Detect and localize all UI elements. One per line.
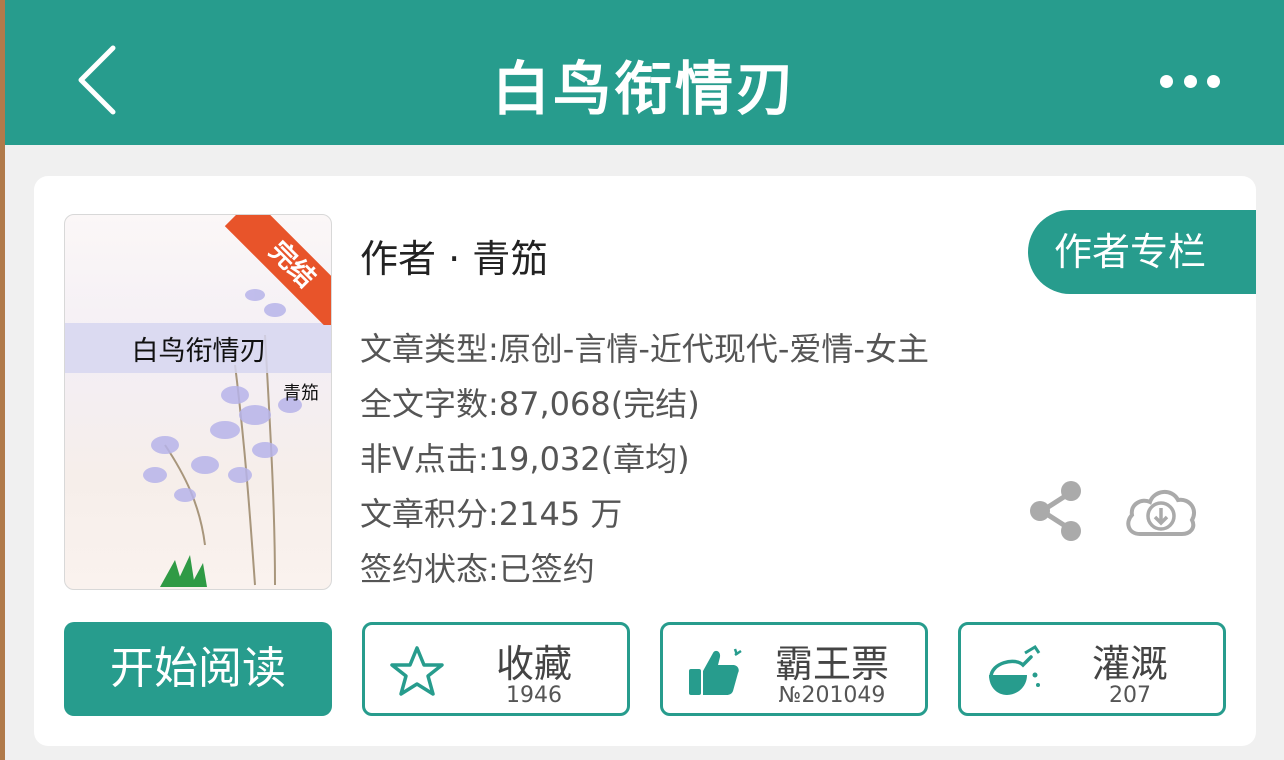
book-info: 文章类型:原创-言情-近代现代-爱情-女主 全文字数:87,068(完结) 非Ⅴ…	[360, 322, 929, 597]
page-title: 白鸟衔情刃	[491, 55, 797, 123]
status-badge-label: 完结	[224, 215, 331, 325]
more-dot	[1207, 74, 1220, 88]
cover-author: 青笳	[283, 383, 319, 404]
favorite-count: 1946	[506, 683, 562, 708]
book-cover[interactable]: 白鸟衔情刃 青笳 完结	[64, 214, 332, 590]
top-bar: 白鸟衔情刃	[5, 0, 1284, 145]
irrigate-button[interactable]: 灌溉 207	[958, 622, 1226, 716]
cover-title: 白鸟衔情刃	[131, 336, 267, 367]
vote-button[interactable]: 霸王票 №201049	[660, 622, 928, 716]
share-button[interactable]	[1028, 480, 1084, 542]
info-score: 文章积分:2145 万	[360, 495, 623, 533]
info-type: 文章类型:原创-言情-近代现代-爱情-女主	[360, 330, 929, 368]
cloud-download-icon	[1126, 490, 1197, 536]
flask-icon	[989, 644, 1041, 695]
thumbs-up-icon	[689, 648, 742, 695]
book-card: 白鸟衔情刃 青笳 完结 作者 · 青笳 作者专栏 文章类型:原创-言情-近代现代…	[34, 176, 1256, 746]
author-column-button[interactable]: 作者专栏	[1028, 210, 1256, 294]
more-dots-icon	[1160, 74, 1173, 88]
favorite-button[interactable]: 收藏 1946	[362, 622, 630, 716]
star-icon	[390, 646, 444, 696]
more-button[interactable]	[1160, 66, 1220, 96]
info-word-count: 全文字数:87,068(完结)	[360, 385, 700, 423]
irrigate-count: 207	[1109, 683, 1151, 708]
download-button[interactable]	[1122, 480, 1200, 542]
start-reading-button[interactable]: 开始阅读	[64, 622, 332, 716]
irrigate-label: 灌溉	[1091, 642, 1168, 686]
info-clicks: 非Ⅴ点击:19,032(章均)	[360, 440, 690, 478]
share-icon	[1030, 481, 1081, 541]
info-contract: 签约状态:已签约	[360, 550, 595, 588]
status-badge: 完结	[221, 215, 331, 325]
favorite-label: 收藏	[495, 642, 572, 686]
vote-count: №201049	[778, 683, 886, 708]
more-dot	[1183, 74, 1197, 88]
author-name[interactable]: 作者 · 青笳	[360, 228, 548, 283]
vote-label: 霸王票	[774, 642, 889, 686]
